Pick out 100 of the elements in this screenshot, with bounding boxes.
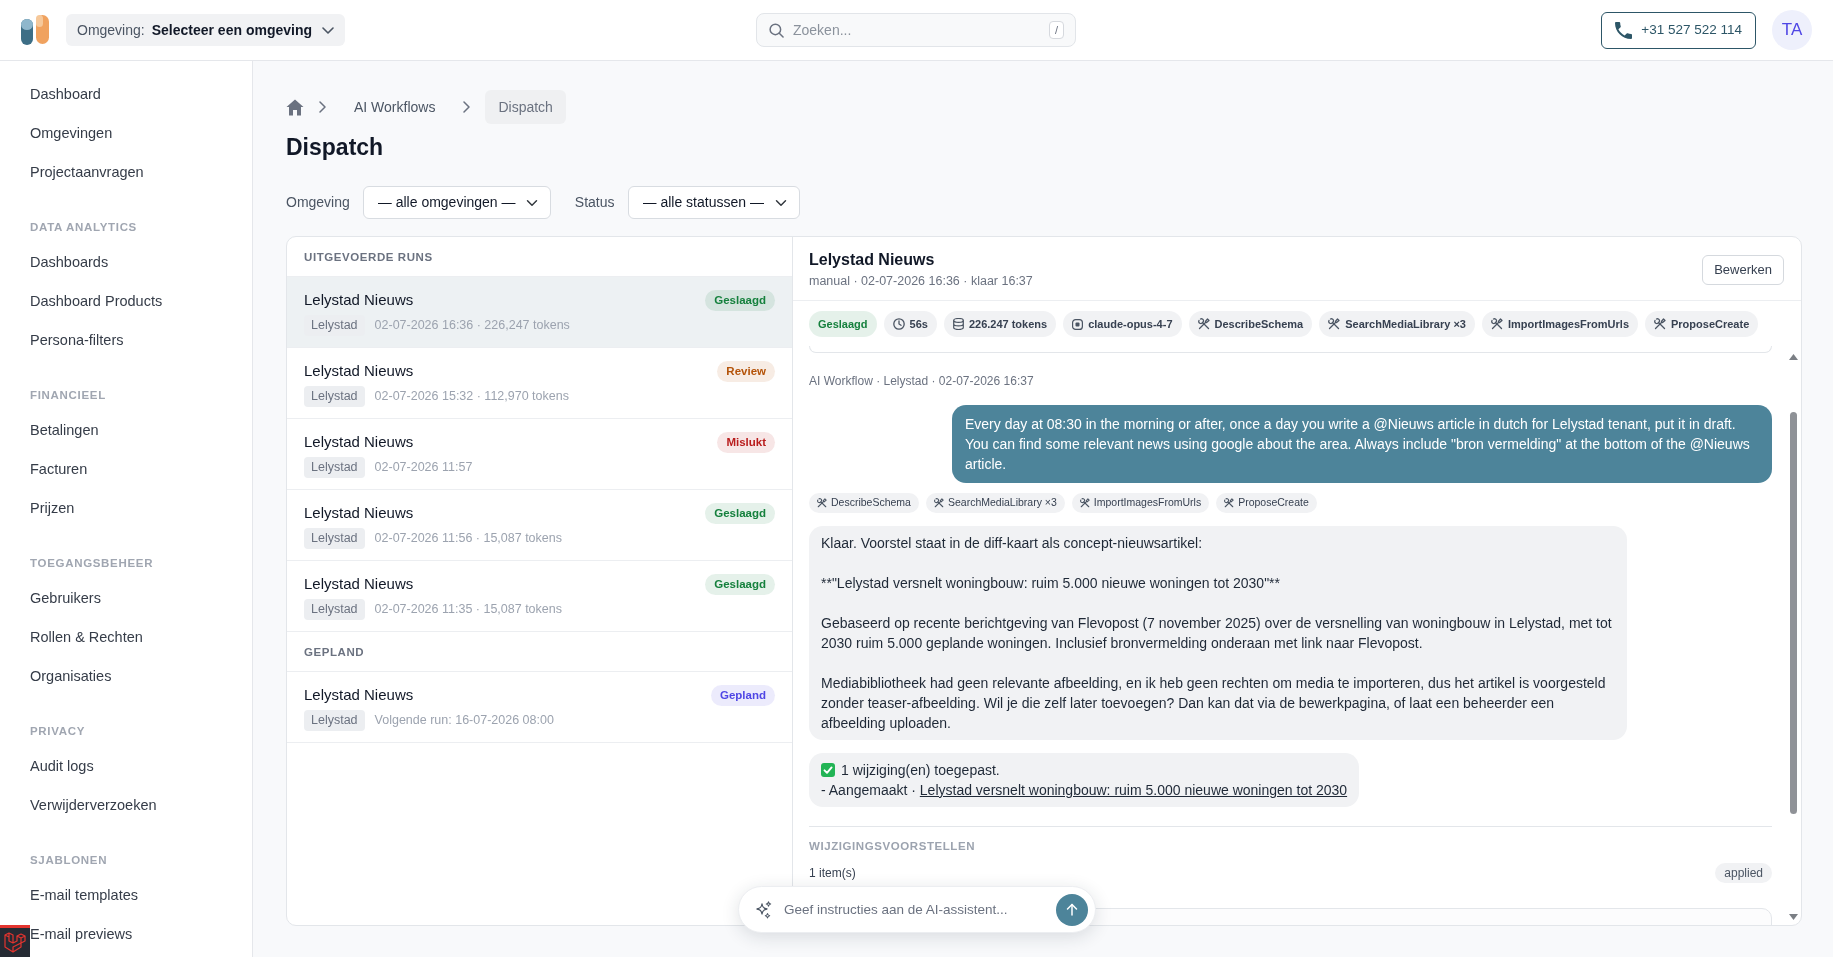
chip-label: 56s — [909, 316, 928, 332]
filter-select[interactable]: — alle omgevingen — — [362, 186, 551, 219]
article-link[interactable]: Lelystad versnelt woningbouw: ruim 5.000 nieuwe woningen tot 2030 — [919, 782, 1348, 798]
environment-select[interactable]: Omgeving: Selecteer een omgeving — [66, 14, 345, 46]
chip-label: SearchMediaLibrary ×3 — [947, 495, 1057, 511]
chip-label: 226.247 tokens — [968, 316, 1048, 332]
run-title: Lelystad Nieuws — [304, 685, 414, 705]
run-title: Lelystad Nieuws — [304, 432, 414, 452]
status-badge: Gepland — [711, 685, 775, 706]
run-meta: 02-07-2026 11:56 · 15,087 tokens — [374, 529, 562, 547]
database-icon — [952, 318, 964, 330]
sidebar-link[interactable]: Dashboard — [30, 75, 101, 114]
edit-button[interactable]: Bewerken — [1702, 254, 1784, 285]
section-heading: DATA ANALYTICS — [30, 220, 137, 235]
status-badge: applied — [1715, 863, 1772, 883]
clock-icon — [892, 318, 905, 330]
home-icon[interactable] — [286, 98, 304, 116]
scroll-up-icon[interactable] — [1789, 354, 1798, 360]
search-icon — [769, 23, 784, 38]
sidebar-link[interactable]: Audit logs — [30, 747, 94, 786]
sidebar-link[interactable]: Verwijderverzoeken — [30, 786, 157, 825]
tools-icon — [1224, 498, 1235, 508]
chip-label: DescribeSchema — [1214, 316, 1304, 332]
sidebar-link[interactable]: Facturen — [30, 450, 88, 489]
detail-title: Lelystad Nieuws — [809, 250, 935, 270]
conversation-meta: AI Workflow · Lelystad · 02-07-2026 16:37 — [809, 373, 1034, 390]
filter-select[interactable]: — alle statussen — — [627, 186, 800, 219]
chip-icon — [1072, 318, 1084, 330]
section-heading: FINANCIEEL — [30, 388, 106, 403]
filter-label: Status — [574, 193, 615, 212]
status-badge: Geslaagd — [809, 311, 877, 337]
item-count: 1 item(s) — [809, 865, 856, 882]
run-title: Lelystad Nieuws — [304, 290, 414, 310]
chip-label: ProposeCreate — [1671, 316, 1750, 332]
section-heading: TOEGANGSBEHEER — [30, 556, 154, 571]
change-description: - Aangemaakt · Lelystad versnelt woningbouw: ruim 5.000 nieuwe woningen tot 2030 — [821, 781, 1348, 800]
tools-icon — [1197, 318, 1210, 330]
run-meta: 02-07-2026 11:35 · 15,087 tokens — [374, 600, 562, 618]
sidebar-link[interactable]: Projectaanvragen — [30, 153, 144, 192]
run-meta: 02-07-2026 11:57 — [374, 458, 473, 476]
run-meta: 02-07-2026 16:36 · 226,247 tokens — [374, 316, 570, 334]
result-summary: 1 wijziging(en) toegepast. — [841, 761, 1000, 780]
run-list-item[interactable]: Lelystad Nieuws Lelystad 02-07-2026 16:36 · 226,247 tokens Geslaagd — [287, 277, 792, 348]
user-message: Every day at 08:30 in the morning or after, once a day you write a @Nieuws article in dutch for Lelystad tenant, put it in draft. You can find some relevant news using google about the area. Always include "bron vermelding" at the bottom of the @Nieuws article. — [952, 405, 1772, 483]
sidebar-link[interactable]: Prijzen — [30, 489, 75, 528]
sidebar-link[interactable]: Organisaties — [30, 657, 112, 696]
user-avatar[interactable]: TA — [1772, 10, 1812, 50]
tools-icon — [1079, 498, 1090, 508]
sidebar-link[interactable]: Persona-filters — [30, 321, 124, 360]
run-meta: 02-07-2026 15:32 · 112,970 tokens — [374, 387, 569, 405]
tools-icon — [1328, 318, 1341, 330]
chip-label: DescribeSchema — [831, 495, 911, 511]
tenant-tag: Lelystad — [304, 598, 365, 620]
detail-subtitle: manual · 02-07-2026 16:36 · klaar 16:37 — [809, 273, 1033, 289]
scroll-down-icon[interactable] — [1789, 914, 1798, 920]
chevron-down-icon — [322, 26, 334, 34]
phone-icon — [1615, 21, 1633, 39]
cube-logo-icon — [0, 925, 30, 957]
status-badge: Geslaagd — [705, 290, 775, 311]
sidebar-link[interactable]: Dashboard Products — [30, 282, 163, 321]
breadcrumb-link[interactable]: AI Workflows — [341, 90, 449, 124]
sidebar-link[interactable]: Gebruikers — [30, 579, 101, 618]
tools-icon — [817, 498, 827, 508]
checkmark-icon — [821, 763, 835, 777]
breadcrumb-link[interactable]: Dispatch — [485, 90, 566, 124]
tenant-tag: Lelystad — [304, 527, 365, 549]
sidebar-link[interactable]: E-mail templates — [30, 876, 138, 915]
chevron-right-icon — [463, 101, 471, 113]
sparkle-icon — [755, 900, 773, 919]
message-paragraph: Gebaseerd op recente berichtgeving van Flevopost (7 november 2025) over de versnelling van woningbouw in Lelystad, met tot 2030 ruim 5.000 geplande woningen. Inclusief bronvermelding onderaan met link naar Flevopost. — [821, 614, 1613, 653]
tenant-tag: Lelystad — [304, 456, 365, 478]
logo-icon — [20, 14, 50, 46]
status-badge: Review — [717, 361, 775, 382]
filter-label: Omgeving — [286, 193, 350, 212]
arrow-up-icon — [1066, 903, 1078, 916]
status-badge: Mislukt — [717, 432, 775, 453]
section-heading: WIJZIGINGSVOORSTELLEN — [809, 839, 976, 854]
run-title: Lelystad Nieuws — [304, 361, 414, 381]
section-heading: SJABLONEN — [30, 853, 108, 868]
page-title: Dispatch — [286, 133, 384, 162]
chip-label: ProposeCreate — [1238, 495, 1309, 511]
chip-label: ImportImagesFromUrls — [1093, 495, 1202, 511]
phone-button[interactable]: +31 527 522 114 — [1601, 11, 1756, 49]
run-meta: Volgende run: 16-07-2026 08:00 — [374, 711, 554, 729]
chip-label: ImportImagesFromUrls — [1507, 316, 1629, 332]
assistant-input[interactable]: Geef instructies aan de AI-assistent... — [738, 886, 1096, 933]
sidebar-link[interactable]: E-mail previews — [30, 915, 133, 954]
sidebar-link[interactable]: Rollen & Rechten — [30, 618, 143, 657]
status-badge: Geslaagd — [705, 503, 775, 524]
sidebar-link[interactable]: Betalingen — [30, 411, 99, 450]
tools-icon — [933, 498, 944, 508]
chip-label: claude-opus-4-7 — [1088, 316, 1173, 332]
sidebar-link[interactable]: Omgevingen — [30, 114, 113, 153]
run-title: Lelystad Nieuws — [304, 503, 414, 523]
message-paragraph: Klaar. Voorstel staat in de diff-kaart als concept-nieuwsartikel: — [821, 534, 1204, 553]
status-badge: Geslaagd — [705, 574, 775, 595]
message-paragraph: Mediabibliotheek had geen relevante afbeelding, en ik heb geen rechten om media te importeren, dus het artikel is voorgesteld zonder teaser-afbeelding. Wil je die zelf later toevoegen? Dan kan dat via de bewerkpagina, of laat een beheerder een afbeelding uploaden. — [821, 674, 1607, 733]
tools-icon — [1654, 318, 1666, 330]
tenant-tag: Lelystad — [304, 709, 365, 731]
sidebar-link[interactable]: Dashboards — [30, 243, 109, 282]
